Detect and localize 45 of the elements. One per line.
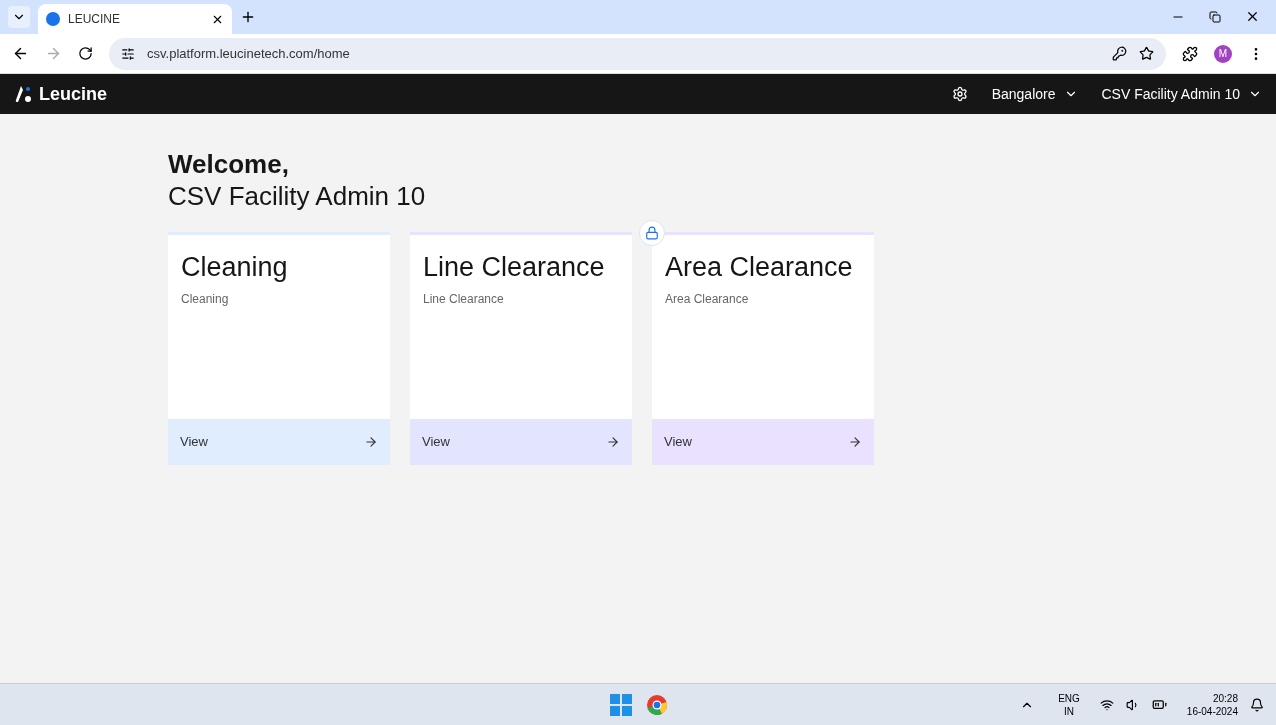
card-subtitle: Area Clearance [664,290,750,308]
site-favicon-icon [46,12,60,26]
module-card[interactable]: Cleaning Cleaning View [168,232,390,465]
view-button[interactable]: View [168,419,390,465]
card-subtitle: Line Clearance [422,290,505,308]
wifi-icon[interactable] [1099,697,1114,712]
url-text: csv.platform.leucinetech.com/home [147,44,351,63]
back-icon[interactable] [12,45,29,62]
notification-icon[interactable] [1250,697,1264,712]
tab-search-button[interactable] [8,6,30,28]
new-tab-icon[interactable] [240,9,256,25]
address-bar[interactable]: csv.platform.leucinetech.com/home [109,37,1166,70]
module-card[interactable]: Area Clearance Area Clearance View [652,232,874,465]
clock[interactable]: 20:28 16-04-2024 [1186,691,1238,718]
key-icon[interactable] [1112,46,1127,61]
site-settings-icon[interactable] [121,46,135,61]
close-window-icon[interactable] [1245,9,1260,24]
user-dropdown[interactable]: CSV Facility Admin 10 [1101,83,1262,105]
profile-avatar[interactable]: M [1214,44,1232,63]
welcome-name: CSV Facility Admin 10 [168,180,427,212]
view-button[interactable]: View [410,419,632,465]
settings-icon[interactable] [951,86,968,102]
facility-dropdown[interactable]: Bangalore [991,83,1078,105]
card-title: Area Clearance [664,251,854,284]
start-icon[interactable] [610,693,632,716]
logo-text: Leucine [39,82,108,106]
logo-icon [14,84,34,104]
arrow-icon [606,435,620,449]
card-title: Line Clearance [422,251,606,284]
tab-title: LEUCINE [68,11,121,28]
battery-icon[interactable] [1151,697,1167,712]
module-card[interactable]: Line Clearance Line Clearance View [410,232,632,465]
card-subtitle: Cleaning [180,290,230,308]
welcome-greeting: Welcome, [168,148,290,180]
browser-app-icon[interactable] [646,693,668,716]
reload-icon[interactable] [78,46,93,61]
restore-icon[interactable] [1209,10,1221,23]
card-title: Cleaning [180,251,289,284]
extensions-icon[interactable] [1182,45,1198,62]
star-icon[interactable] [1139,46,1154,61]
language-indicator[interactable]: ENG IN [1058,691,1080,718]
arrow-icon [364,435,378,449]
view-button[interactable]: View [652,419,874,465]
browser-tab[interactable]: LEUCINE [38,4,232,34]
arrow-icon [848,435,862,449]
